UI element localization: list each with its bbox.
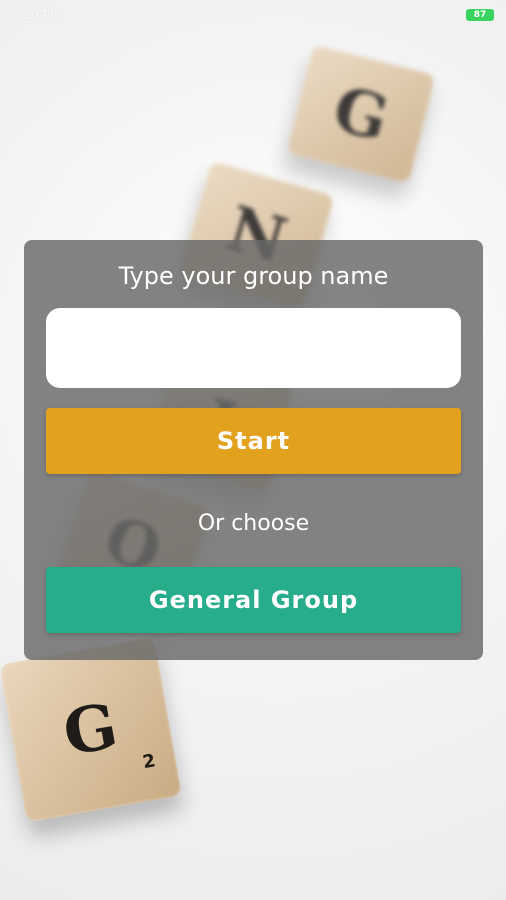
group-name-prompt: Type your group name: [118, 262, 389, 290]
letter-tile: G 2: [0, 637, 182, 823]
tile-subscript: 2: [141, 750, 158, 774]
status-time: 1:20 PM: [12, 8, 61, 22]
letter-tile: G: [286, 44, 436, 184]
start-button[interactable]: Start: [46, 408, 461, 474]
general-group-button[interactable]: General Group: [46, 567, 461, 633]
battery-icon: 87: [466, 9, 494, 21]
or-choose-label: Or choose: [197, 511, 310, 536]
group-name-input[interactable]: [46, 308, 461, 388]
tile-letter: G: [326, 71, 396, 156]
group-name-field[interactable]: [46, 308, 461, 388]
status-bar: 1:20 PM 87: [0, 0, 506, 30]
group-dialog: Type your group name Start Or choose Gen…: [24, 240, 483, 660]
tile-letter: G: [57, 688, 123, 771]
status-icons: 87: [466, 9, 494, 21]
